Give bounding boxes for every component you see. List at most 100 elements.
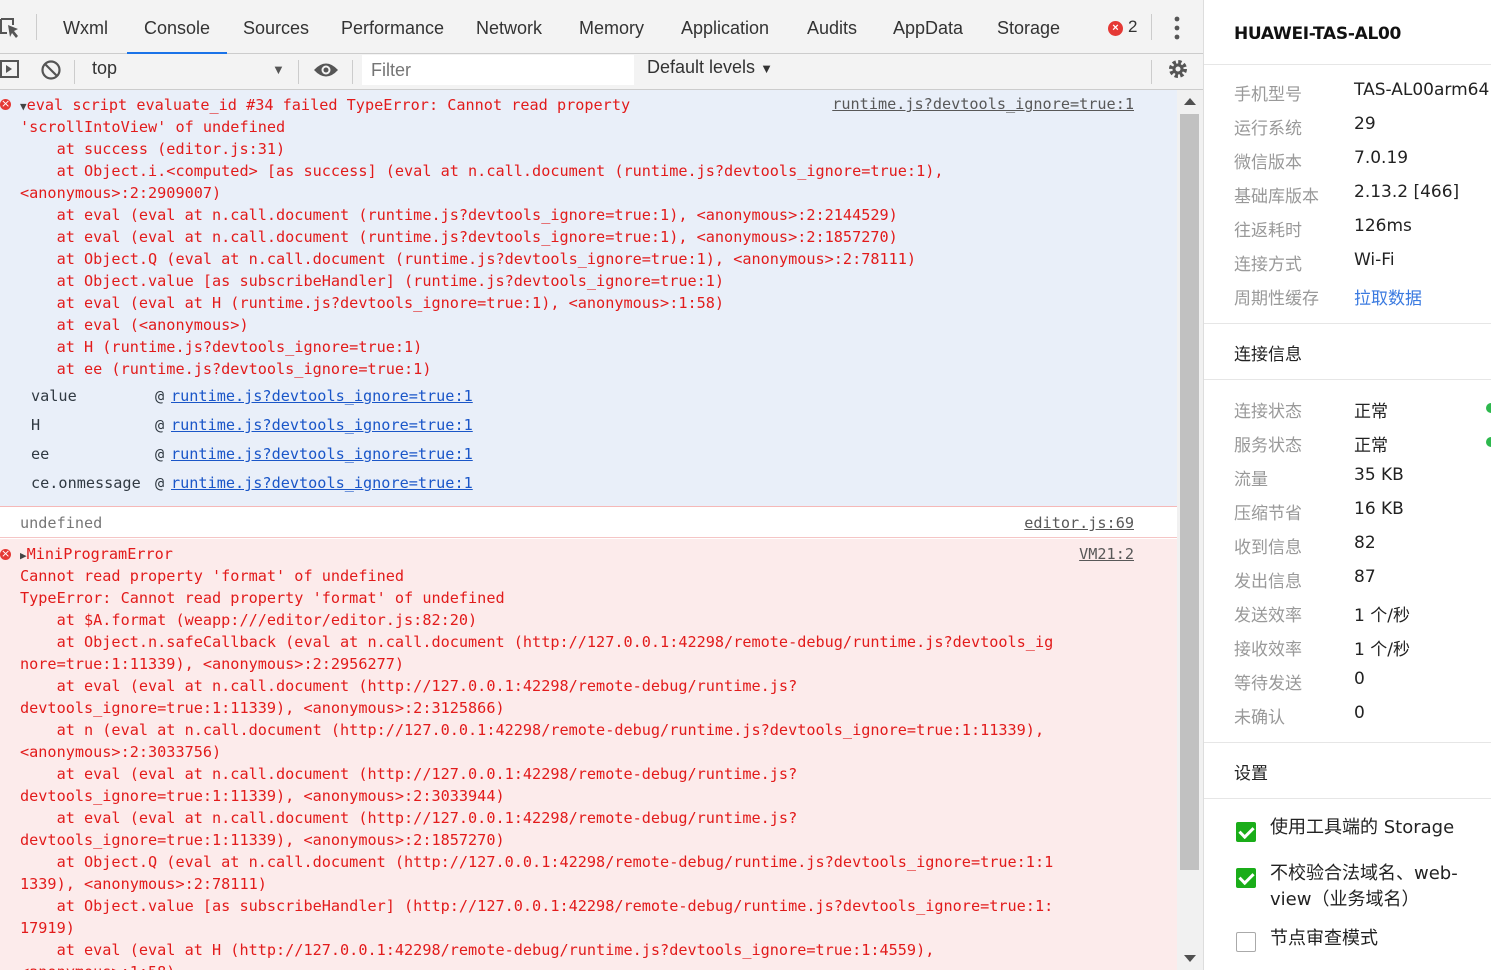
error-icon (0, 93, 11, 115)
divider (1204, 798, 1491, 799)
info-row: 连接状态 正常 (1234, 397, 1491, 431)
info-row: 周期性缓存 拉取数据 (1234, 284, 1491, 318)
call-stack-row: ee @ runtime.js?devtools_ignore=true:1 (31, 445, 473, 463)
expand-triangle-icon[interactable]: ▶ (20, 549, 27, 562)
stack-line: at eval (eval at n.call.document (http:/… (20, 765, 798, 783)
context-selector[interactable]: top (92, 58, 117, 79)
divider (352, 60, 353, 84)
section-title-connection: 连接信息 (1234, 345, 1302, 365)
error-line: Cannot read property 'format' of undefin… (20, 567, 405, 585)
node-inspect-checkbox[interactable] (1236, 932, 1256, 952)
info-row: 服务状态 正常 (1234, 431, 1491, 465)
stack-line: at H (runtime.js?devtools_ignore=true:1) (20, 338, 423, 356)
call-stack-link[interactable]: runtime.js?devtools_ignore=true:1 (171, 414, 473, 436)
clear-console-icon[interactable] (40, 59, 62, 81)
tab-wxml[interactable]: Wxml (63, 0, 108, 54)
log-levels-dropdown[interactable]: Default levels ▼ (647, 57, 773, 78)
stack-line: at Object.Q (eval at n.call.document (ht… (20, 853, 1054, 871)
more-options-icon[interactable] (1170, 14, 1184, 42)
divider (1204, 64, 1491, 65)
remote-debug-panel: HUAWEI-TAS-AL00 手机型号 TAS-AL00arm64... 运行系… (1203, 0, 1491, 970)
call-stack-row: value @ runtime.js?devtools_ignore=true:1 (31, 387, 473, 405)
tab-storage[interactable]: Storage (997, 0, 1060, 54)
skip-domain-check-label: 不校验合法域名、web-view（业务域名） (1270, 863, 1458, 910)
console-scrollbar[interactable] (1177, 90, 1203, 970)
stack-line: at ee (runtime.js?devtools_ignore=true:1… (20, 360, 432, 378)
stack-line: at success (editor.js:31) (20, 140, 286, 158)
error-count-badge[interactable]: × 2 (1108, 17, 1137, 37)
tab-performance[interactable]: Performance (341, 0, 444, 54)
devtools-tab-bar: Wxml Console Sources Performance Network… (0, 0, 1203, 54)
status-ok-icon (1486, 403, 1491, 413)
call-stack-row: H @ runtime.js?devtools_ignore=true:1 (31, 416, 473, 434)
tab-appdata[interactable]: AppData (893, 0, 963, 54)
stack-line: at eval (eval at H (http://127.0.0.1:422… (20, 941, 935, 959)
console-log-message: undefined editor.js:69 (0, 508, 1177, 538)
inspect-element-icon[interactable] (0, 17, 20, 39)
call-stack-link[interactable]: runtime.js?devtools_ignore=true:1 (171, 385, 473, 407)
call-stack-link[interactable]: runtime.js?devtools_ignore=true:1 (171, 472, 473, 494)
info-row: 接收效率 1 个/秒 (1234, 640, 1410, 660)
info-row: 微信版本 7.0.19 (1234, 148, 1409, 173)
storage-setting-label: 使用工具端的 Storage (1270, 817, 1455, 838)
info-row: 流量 35 KB (1234, 465, 1404, 490)
divider (1151, 60, 1152, 84)
info-row: 发送效率 1 个/秒 (1234, 606, 1410, 626)
chevron-down-icon[interactable]: ▼ (272, 62, 285, 77)
gear-icon[interactable] (1166, 57, 1190, 81)
stack-line: at Object.Q (eval at n.call.document (ru… (20, 250, 917, 268)
skip-domain-check-checkbox[interactable] (1236, 868, 1256, 888)
divider (74, 60, 75, 84)
console-error-message: runtime.js?devtools_ignore=true:1 ▼eval … (0, 90, 1177, 507)
tab-audits[interactable]: Audits (807, 0, 857, 54)
info-row: 运行系统 29 (1234, 114, 1376, 139)
call-stack-link[interactable]: runtime.js?devtools_ignore=true:1 (171, 443, 473, 465)
expand-triangle-icon[interactable]: ▼ (20, 100, 27, 113)
storage-checkbox[interactable] (1236, 822, 1256, 842)
scroll-down-icon[interactable] (1184, 955, 1196, 962)
stack-line: <anonymous>:2:2909007) (20, 184, 222, 202)
info-row: 收到信息 82 (1234, 533, 1376, 558)
error-count: 2 (1128, 17, 1138, 36)
stack-line: at eval (eval at H (runtime.js?devtools_… (20, 294, 725, 312)
stack-line: <anonymous>:1:58) (20, 961, 175, 970)
stack-line: at eval (eval at n.call.document (http:/… (20, 809, 798, 827)
status-ok-icon (1486, 437, 1491, 447)
info-row: 未确认 0 (1234, 703, 1365, 728)
info-row: 手机型号 TAS-AL00arm64... (1234, 80, 1491, 105)
divider (1151, 14, 1152, 40)
stack-line: nore=true:1:11339), <anonymous>:2:295627… (20, 655, 405, 673)
stack-line: at Object.value [as subscribeHandler] (r… (20, 272, 725, 290)
info-row: 压缩节省 16 KB (1234, 499, 1404, 524)
stack-line: devtools_ignore=true:1:11339), <anonymou… (20, 787, 505, 805)
divider (298, 60, 299, 84)
message-source-link[interactable]: editor.js:69 (1024, 512, 1134, 534)
stack-line: devtools_ignore=true:1:11339), <anonymou… (20, 831, 505, 849)
stack-line: at Object.n.safeCallback (eval at n.call… (20, 633, 1054, 651)
pull-data-link[interactable]: 拉取数据 (1354, 284, 1422, 309)
filter-input[interactable] (362, 55, 634, 85)
stack-line: at n (eval at n.call.document (http://12… (20, 721, 1045, 739)
console-output[interactable]: runtime.js?devtools_ignore=true:1 ▼eval … (0, 90, 1177, 970)
stack-line: at Object.value [as subscribeHandler] (h… (20, 897, 1054, 915)
node-inspect-label: 节点审查模式 (1270, 928, 1378, 949)
tab-network[interactable]: Network (476, 0, 542, 54)
message-source-link[interactable]: runtime.js?devtools_ignore=true:1 (832, 93, 1134, 115)
error-title[interactable]: ▶MiniProgramError (20, 543, 173, 567)
scroll-up-icon[interactable] (1184, 98, 1196, 105)
sidebar-toggle-icon[interactable] (0, 58, 20, 80)
scrollbar-thumb[interactable] (1180, 114, 1199, 870)
eye-icon[interactable] (313, 61, 339, 79)
info-row: 基础库版本 2.13.2 [466] (1234, 182, 1460, 207)
stack-line: at $A.format (weapp:///editor/editor.js:… (20, 611, 478, 629)
tab-application[interactable]: Application (681, 0, 769, 54)
tab-console[interactable]: Console (126, 0, 228, 54)
info-row: 连接方式 Wi-Fi (1234, 250, 1395, 275)
tab-sources[interactable]: Sources (243, 0, 309, 54)
stack-line: 17919) (20, 919, 75, 937)
tab-memory[interactable]: Memory (579, 0, 644, 54)
call-stack-row: ce.onmessage @ runtime.js?devtools_ignore=… (31, 474, 473, 492)
stack-line: at eval (eval at n.call.document (runtim… (20, 228, 898, 246)
message-source-link[interactable]: VM21:2 (1079, 543, 1134, 565)
stack-line: 1339), <anonymous>:2:78111) (20, 875, 267, 893)
